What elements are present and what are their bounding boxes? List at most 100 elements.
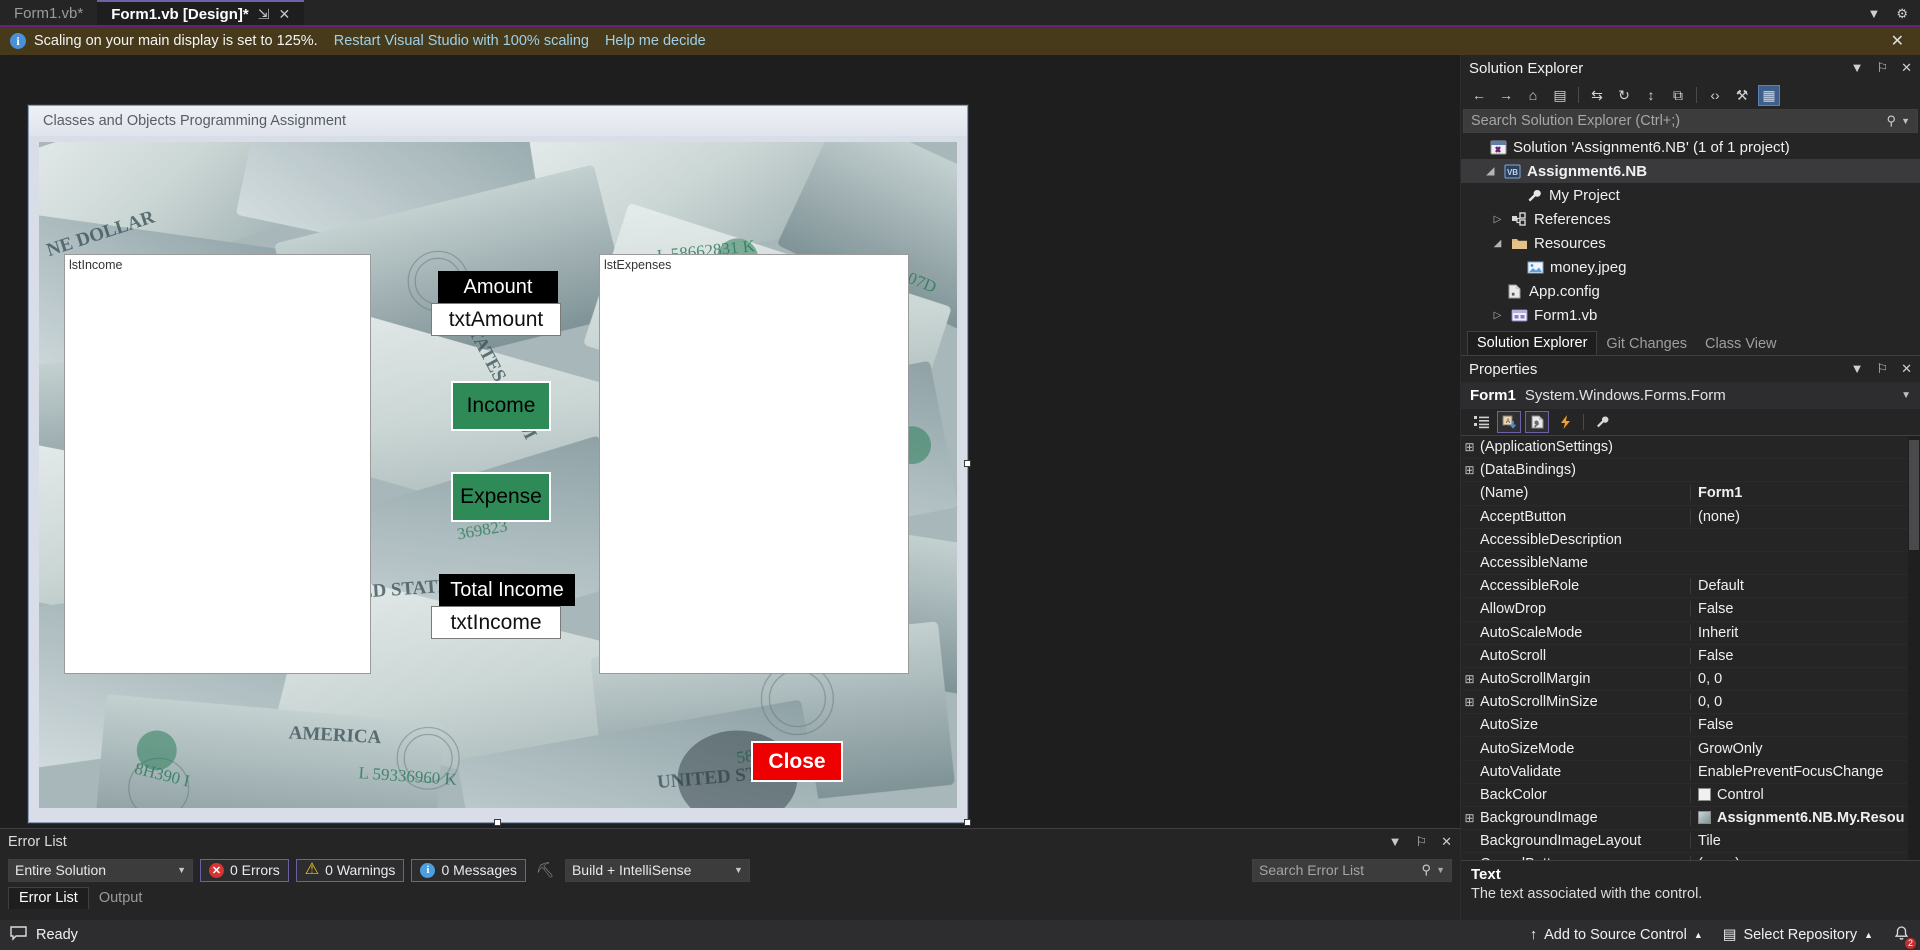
chevron-down-icon[interactable]: ▼ [1436, 865, 1445, 875]
property-value[interactable]: 0, 0 [1690, 694, 1920, 711]
expander-icon[interactable]: ▷ [1490, 214, 1505, 225]
property-value[interactable]: Form1 [1690, 485, 1920, 502]
select-repository-button[interactable]: ▤ Select Repository ▲ [1723, 927, 1873, 943]
properties-icon[interactable]: ⚒ [1731, 85, 1753, 106]
property-row[interactable]: CancelButton(none) [1461, 853, 1920, 860]
tab-error-list[interactable]: Error List [8, 887, 89, 909]
property-row[interactable]: AutoScroll False [1461, 645, 1920, 668]
label-total-income[interactable]: Total Income [439, 574, 575, 606]
tree-item-project[interactable]: ◢ VB Assignment6.NB [1461, 159, 1920, 183]
chevron-down-icon[interactable]: ▼ [1851, 361, 1864, 377]
label-amount[interactable]: Amount [438, 271, 558, 303]
property-row-backcolor[interactable]: BackColor Control [1461, 784, 1920, 807]
property-value[interactable]: (none) [1690, 856, 1920, 860]
properties-object-selector[interactable]: Form1 System.Windows.Forms.Form ▼ [1461, 382, 1920, 409]
properties-page-icon[interactable] [1525, 411, 1549, 433]
property-value[interactable]: Control [1690, 786, 1920, 803]
close-icon[interactable]: ✕ [1441, 834, 1452, 850]
chevron-down-icon[interactable]: ▼ [1851, 60, 1864, 76]
property-value[interactable]: (none) [1690, 508, 1920, 525]
textbox-income[interactable]: txtIncome [431, 606, 561, 639]
tab-git-changes[interactable]: Git Changes [1597, 333, 1696, 355]
property-pages-icon[interactable] [1590, 411, 1614, 433]
expander-icon[interactable]: ◢ [1490, 238, 1505, 249]
textbox-amount[interactable]: txtAmount [431, 303, 561, 336]
resize-grip-corner[interactable] [964, 819, 971, 826]
close-icon[interactable]: ✕ [1901, 361, 1912, 377]
expander-icon[interactable]: ◢ [1483, 166, 1498, 177]
button-expense[interactable]: Expense [451, 472, 551, 522]
tab-form1-vb-design[interactable]: Form1.vb [Design]* ⇲ ✕ [97, 0, 305, 27]
tree-item-my-project[interactable]: My Project [1461, 183, 1920, 207]
property-row[interactable]: AutoScaleMode Inherit [1461, 622, 1920, 645]
close-icon[interactable]: ✕ [278, 6, 290, 23]
refresh-icon[interactable]: ↻ [1613, 85, 1635, 106]
expand-icon[interactable]: ⊞ [1461, 695, 1478, 709]
property-value[interactable]: Inherit [1690, 624, 1920, 641]
property-value[interactable]: False [1690, 601, 1920, 618]
property-value[interactable]: GrowOnly [1690, 740, 1920, 757]
property-value[interactable]: EnablePreventFocusChange [1690, 763, 1920, 780]
tree-item-resources[interactable]: ◢ Resources [1461, 231, 1920, 255]
property-row[interactable]: AcceptButton (none) [1461, 506, 1920, 529]
tree-item-money-jpeg[interactable]: money.jpeg [1461, 255, 1920, 279]
property-row[interactable]: BackgroundImageLayout Tile [1461, 830, 1920, 854]
tab-output[interactable]: Output [89, 888, 153, 909]
property-value[interactable]: Assignment6.NB.My.Resou [1690, 810, 1920, 827]
property-row[interactable]: (Name) Form1 [1461, 482, 1920, 506]
properties-scrollbar[interactable] [1908, 436, 1920, 860]
button-close[interactable]: Close [751, 741, 843, 782]
alphabetical-view-icon[interactable]: Az [1497, 411, 1521, 433]
chevron-down-icon[interactable]: ▼ [1867, 6, 1880, 21]
chevron-down-icon[interactable]: ▼ [1901, 116, 1910, 126]
show-all-files-icon[interactable]: ⧉ [1667, 85, 1689, 106]
collapse-all-icon[interactable]: ↕ [1640, 85, 1662, 106]
preview-selected-items-icon[interactable]: ▦ [1758, 84, 1780, 106]
property-row[interactable]: AllowDrop False [1461, 598, 1920, 622]
expand-icon[interactable]: ⊞ [1461, 811, 1478, 825]
restart-scaling-link[interactable]: Restart Visual Studio with 100% scaling [334, 33, 589, 49]
tab-form1-vb[interactable]: Form1.vb* [0, 0, 98, 27]
tree-item-app-config[interactable]: App.config [1461, 279, 1920, 303]
notifications-button[interactable]: 2 [1893, 925, 1916, 949]
gear-icon[interactable]: ⚙ [1896, 6, 1908, 22]
close-icon[interactable]: ✕ [1891, 31, 1910, 51]
property-row[interactable]: AccessibleName [1461, 552, 1920, 576]
pending-changes-icon[interactable]: ▤ [1549, 85, 1571, 106]
property-row[interactable]: ⊞ AutoScrollMargin 0, 0 [1461, 668, 1920, 692]
property-value[interactable]: False [1690, 717, 1920, 734]
property-value[interactable]: False [1690, 647, 1920, 664]
tree-item-solution[interactable]: Solution 'Assignment6.NB' (1 of 1 projec… [1461, 135, 1920, 159]
property-row[interactable]: AutoValidate EnablePreventFocusChange [1461, 761, 1920, 784]
close-icon[interactable]: ✕ [1901, 60, 1912, 76]
pin-icon[interactable]: ⚐ [1415, 834, 1427, 850]
events-icon[interactable] [1553, 411, 1577, 433]
search-solution-explorer-input[interactable]: Search Solution Explorer (Ctrl+;) ⚲ ▼ [1463, 109, 1918, 133]
solution-tree[interactable]: Solution 'Assignment6.NB' (1 of 1 projec… [1461, 133, 1920, 327]
help-me-decide-link[interactable]: Help me decide [605, 33, 706, 49]
property-row[interactable]: ⊞ AutoScrollMinSize 0, 0 [1461, 691, 1920, 715]
home-icon[interactable]: ⌂ [1522, 85, 1544, 106]
chevron-down-icon[interactable]: ▼ [1389, 834, 1402, 850]
tab-solution-explorer[interactable]: Solution Explorer [1467, 331, 1598, 355]
code-view-icon[interactable]: ‹› [1704, 85, 1726, 106]
scope-filter-dropdown[interactable]: Entire Solution ▼ [8, 858, 193, 882]
filter-icon[interactable]: ⛏ [533, 861, 558, 879]
tree-item-form1-vb[interactable]: ▷ Form1.vb [1461, 303, 1920, 327]
resize-grip-right[interactable] [964, 460, 971, 467]
forward-icon[interactable]: → [1495, 85, 1517, 106]
pin-icon[interactable]: ⚐ [1876, 361, 1888, 377]
listbox-expenses[interactable]: lstExpenses [599, 254, 909, 674]
errors-toggle-button[interactable]: ✕ 0 Errors [200, 858, 289, 882]
property-row[interactable]: ⊞ (ApplicationSettings) [1461, 436, 1920, 460]
back-icon[interactable]: ← [1468, 85, 1490, 106]
property-row-backgroundimage[interactable]: ⊞ BackgroundImage Assignment6.NB.My.Resou [1461, 807, 1920, 831]
resize-grip-bottom[interactable] [494, 819, 501, 826]
search-error-list-input[interactable]: Search Error List ⚲ ▼ [1252, 858, 1452, 882]
property-row[interactable]: AccessibleDescription [1461, 529, 1920, 552]
properties-grid[interactable]: ⊞ (ApplicationSettings) ⊞ (DataBindings) (… [1461, 436, 1920, 860]
chevron-down-icon[interactable]: ▼ [1901, 390, 1911, 401]
messages-toggle-button[interactable]: i 0 Messages [411, 858, 526, 882]
tab-class-view[interactable]: Class View [1696, 333, 1785, 355]
pin-icon[interactable]: ⇲ [258, 6, 270, 23]
